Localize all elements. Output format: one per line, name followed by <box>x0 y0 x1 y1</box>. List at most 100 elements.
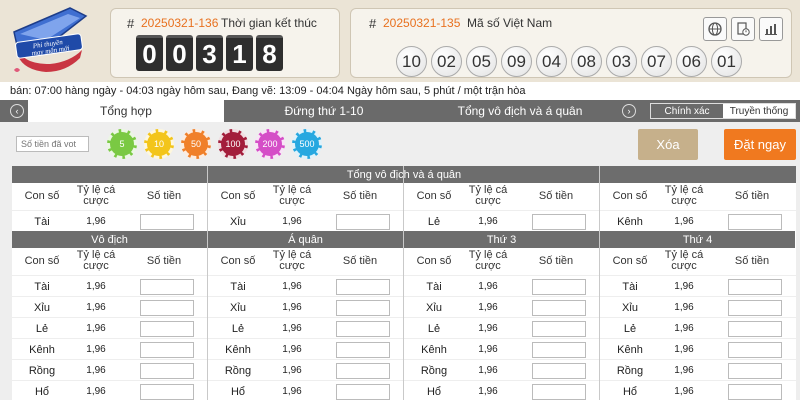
column-header-odds: Tỷ lệ cá cược <box>664 249 704 272</box>
countdown-digit: 1 <box>226 35 253 71</box>
bet-option-name: Lẻ <box>427 215 441 228</box>
bet-row: Tài 1,96 <box>600 275 796 297</box>
bet-amount-field[interactable] <box>532 362 586 379</box>
column-header-number: Con số <box>24 254 60 267</box>
bet-amount-field[interactable] <box>728 278 782 295</box>
result-ball: 10 <box>396 46 427 77</box>
tab-top-1-10[interactable]: Đứng thứ 1-10 <box>226 100 422 122</box>
chevron-left-icon[interactable]: ‹ <box>10 104 24 118</box>
bet-amount-field[interactable] <box>728 383 782 400</box>
result-panel: # 20250321-135 Mã số Việt Nam 10 02 05 09 04… <box>350 8 792 78</box>
bet-odds: 1,96 <box>478 365 498 376</box>
bar-chart-icon[interactable] <box>759 17 783 41</box>
bet-row: Xỉu 1,96 <box>208 296 404 318</box>
bet-amount-field[interactable] <box>140 383 194 400</box>
bet-amount-field[interactable] <box>140 341 194 358</box>
bet-option-name: Kênh <box>421 343 447 356</box>
bet-amount-field[interactable] <box>728 341 782 358</box>
bet-row: Hổ 1,96 <box>208 380 404 400</box>
column-divider <box>599 166 600 400</box>
column-header-row: Con số Tỷ lệ cá cược Số tiền <box>404 180 600 212</box>
bet-row: Lẻ 1,96 <box>404 317 600 339</box>
mode-exact[interactable]: Chính xác <box>651 104 723 118</box>
bet-row: Xỉu 1,96 <box>208 210 404 232</box>
tab-champion-runnerup-total[interactable]: Tổng vô địch và á quân <box>422 100 618 122</box>
bet-amount-field[interactable] <box>336 362 390 379</box>
hash-mark: # <box>127 16 135 31</box>
bet-amount-field[interactable] <box>336 278 390 295</box>
column-divider <box>207 166 208 400</box>
chip-5[interactable]: 5 <box>107 129 137 159</box>
bet-amount-field[interactable] <box>140 278 194 295</box>
bet-amount-field[interactable] <box>140 299 194 316</box>
bet-option-name: Tài <box>34 280 50 293</box>
bet-option-name: Kênh <box>617 343 643 356</box>
hash-mark: # <box>369 16 377 31</box>
countdown-digit: 3 <box>196 35 223 71</box>
bet-option-name: Rồng <box>420 364 448 377</box>
bet-amount-field[interactable] <box>532 341 586 358</box>
chevron-right-icon[interactable]: › <box>622 104 636 118</box>
bet-odds: 1,96 <box>478 386 498 397</box>
column-header-amount: Số tiền <box>734 254 770 267</box>
document-clock-icon[interactable] <box>731 17 755 41</box>
bet-option-name: Xỉu <box>230 215 246 228</box>
bet-amount-field[interactable] <box>336 299 390 316</box>
chip-10[interactable]: 10 <box>144 129 174 159</box>
bet-odds: 1,96 <box>86 281 106 292</box>
bet-amount-field[interactable] <box>532 299 586 316</box>
bet-now-button[interactable]: Đặt ngay <box>724 129 796 160</box>
bet-odds: 1,96 <box>282 302 302 313</box>
previous-period: 20250321-135 <box>383 16 461 30</box>
bet-amount-field[interactable] <box>728 362 782 379</box>
tab-summary[interactable]: Tổng hợp <box>28 100 224 122</box>
chip-100[interactable]: 100 <box>218 129 248 159</box>
bet-amount-field[interactable] <box>140 320 194 337</box>
bet-option-name: Lẻ <box>231 322 245 335</box>
bet-amount-field[interactable] <box>336 213 390 230</box>
bet-odds: 1,96 <box>86 216 106 227</box>
bet-amount-field[interactable] <box>140 362 194 379</box>
bet-amount-field[interactable] <box>336 383 390 400</box>
tool-buttons <box>703 17 783 41</box>
bet-row: Kênh 1,96 <box>404 338 600 360</box>
bet-option-name: Rồng <box>616 364 644 377</box>
bet-amount-field[interactable] <box>728 320 782 337</box>
bet-option-name: Xỉu <box>230 301 246 314</box>
bet-row: Rồng 1,96 <box>12 359 208 381</box>
bet-amount-field[interactable] <box>728 299 782 316</box>
column-header-odds: Tỷ lệ cá cược <box>272 184 312 207</box>
chip-500[interactable]: 500 <box>292 129 322 159</box>
column-header-row: Con số Tỷ lệ cá cược Số tiền <box>208 245 404 277</box>
column-header-odds: Tỷ lệ cá cược <box>76 184 116 207</box>
column-header-odds: Tỷ lệ cá cược <box>468 184 508 207</box>
bet-row: Hổ 1,96 <box>600 380 796 400</box>
bet-amount-field[interactable] <box>728 213 782 230</box>
delete-button[interactable]: Xóa <box>638 129 698 160</box>
bet-amount-field[interactable] <box>140 213 194 230</box>
header-bar: Phi thuyền may mắn mới # 20250321-136 Th… <box>0 0 800 82</box>
result-balls: 10 02 05 09 04 08 03 07 06 01 <box>396 46 742 77</box>
bet-amount-field[interactable] <box>532 213 586 230</box>
chip-50[interactable]: 50 <box>181 129 211 159</box>
bet-amount-field[interactable] <box>532 320 586 337</box>
mode-traditional[interactable]: Truyền thống <box>723 104 795 118</box>
bet-row: Kênh 1,96 <box>600 338 796 360</box>
column-header-row: Con số Tỷ lệ cá cược Số tiền <box>12 245 208 277</box>
countdown-label: Thời gian kết thúc <box>221 16 317 30</box>
bet-amount-input[interactable] <box>16 136 89 152</box>
bet-amount-field[interactable] <box>532 278 586 295</box>
bet-odds: 1,96 <box>674 344 694 355</box>
globe-icon[interactable] <box>703 17 727 41</box>
bet-amount-field[interactable] <box>336 341 390 358</box>
bet-odds: 1,96 <box>282 365 302 376</box>
spaceship-logo-icon[interactable]: Phi thuyền may mắn mới <box>10 4 90 76</box>
chip-200[interactable]: 200 <box>255 129 285 159</box>
tab-bar: ‹ Tổng hợp Đứng thứ 1-10 Tổng vô địch và… <box>0 100 800 122</box>
bet-option-name: Xỉu <box>426 301 442 314</box>
bet-amount-field[interactable] <box>532 383 586 400</box>
bet-option-name: Kênh <box>225 343 251 356</box>
bet-amount-field[interactable] <box>336 320 390 337</box>
bet-option-name: Rồng <box>28 364 56 377</box>
bet-option-name: Tài <box>426 280 442 293</box>
